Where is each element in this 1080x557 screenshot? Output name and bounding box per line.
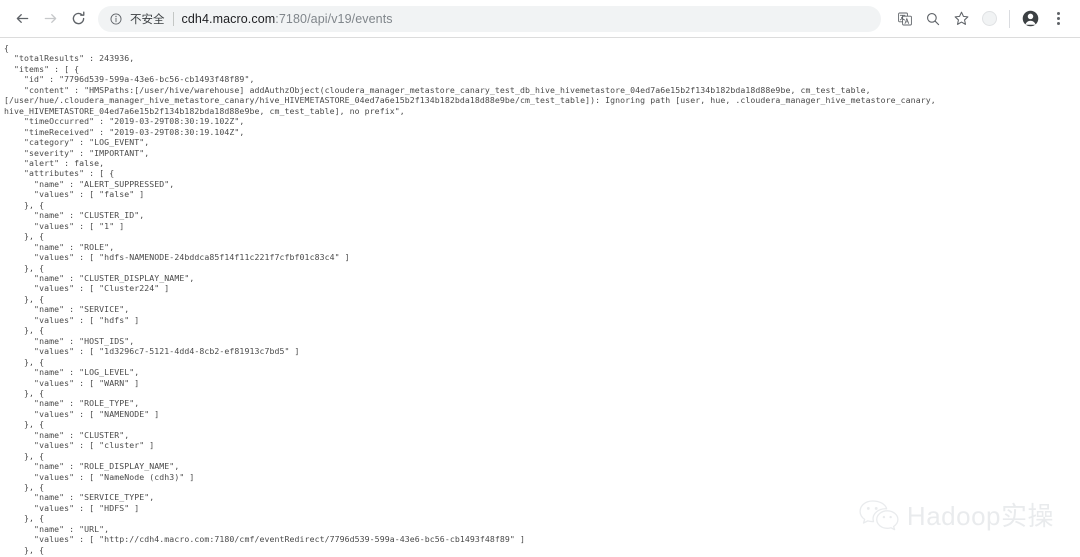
info-circle-icon[interactable] — [108, 11, 124, 27]
forward-button[interactable] — [36, 5, 64, 33]
back-button[interactable] — [8, 5, 36, 33]
translate-button[interactable] — [891, 5, 919, 33]
extension-circle-icon — [981, 11, 997, 26]
forward-arrow-icon — [44, 13, 56, 24]
extensions-button[interactable] — [975, 5, 1003, 33]
url-path: :7180/api/v19/events — [275, 11, 393, 26]
toolbar-actions — [891, 5, 1072, 33]
three-dots-icon — [1056, 12, 1060, 25]
search-button[interactable] — [919, 5, 947, 33]
reload-button[interactable] — [64, 5, 92, 33]
reload-icon — [72, 11, 84, 25]
browser-menu-button[interactable] — [1044, 5, 1072, 33]
json-response-body: { "totalResults" : 243936, "items" : [ {… — [4, 43, 936, 557]
bookmark-button[interactable] — [947, 5, 975, 33]
page-content-area: { "totalResults" : 243936, "items" : [ {… — [0, 38, 1080, 557]
star-icon — [954, 11, 968, 25]
omnibox-divider — [172, 11, 174, 26]
address-bar[interactable]: 不安全 cdh4.macro.com:7180/api/v19/events — [98, 5, 881, 32]
back-arrow-icon — [16, 13, 28, 24]
translate-icon — [898, 12, 912, 25]
url-text: cdh4.macro.com:7180/api/v19/events — [182, 12, 393, 26]
url-host: cdh4.macro.com — [181, 11, 276, 26]
browser-toolbar: 不安全 cdh4.macro.com:7180/api/v19/events — [0, 0, 1080, 38]
security-status-label: 不安全 — [130, 13, 165, 26]
profile-button[interactable] — [1016, 5, 1044, 33]
search-icon — [927, 12, 940, 25]
avatar-icon — [1022, 10, 1038, 27]
toolbar-divider — [1009, 9, 1010, 28]
